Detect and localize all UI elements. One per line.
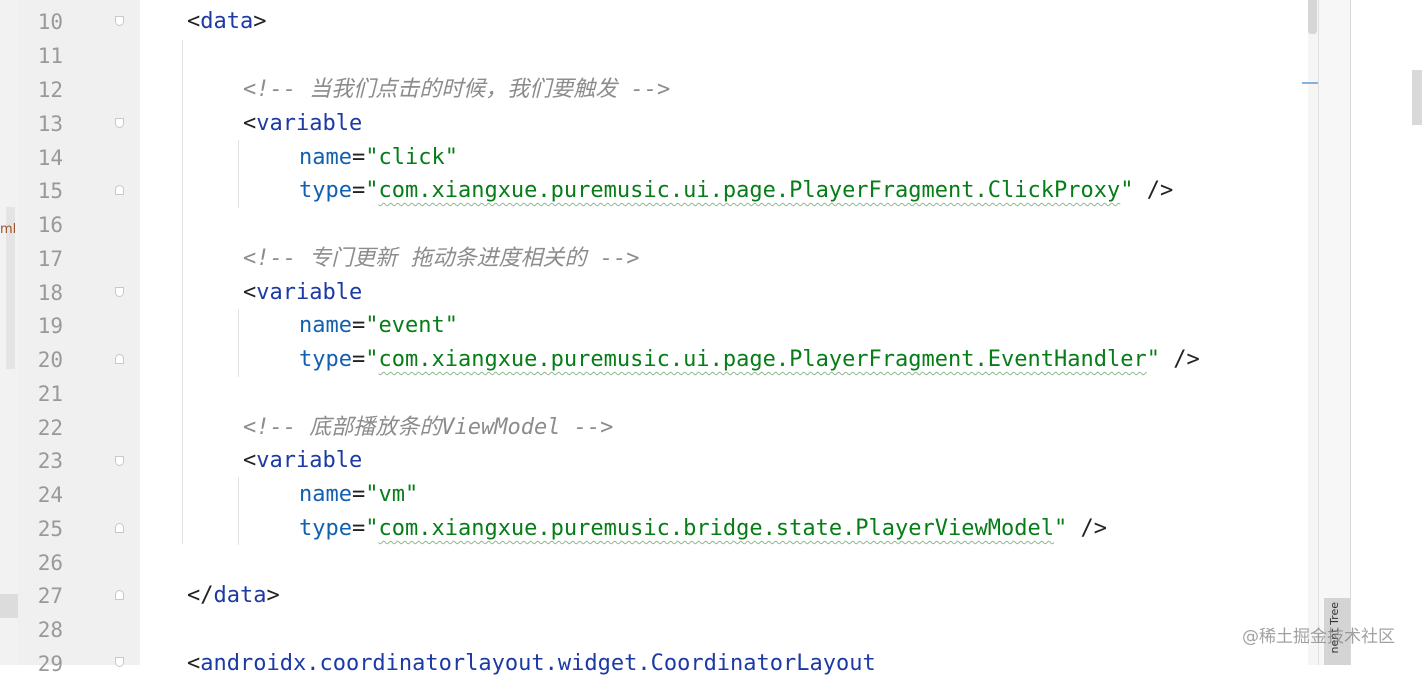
fold-marker-icon[interactable] <box>115 590 124 600</box>
project-panel-selection <box>0 594 18 618</box>
code-line-25: type="com.xiangxue.puremusic.bridge.stat… <box>299 512 1107 546</box>
line-number: 25 <box>37 517 63 541</box>
attr-name: type <box>299 516 352 541</box>
tag-bracket: </ <box>187 583 214 608</box>
tag-bracket: < <box>187 9 201 34</box>
code-line-12-comment: <!-- 当我们点击的时候，我们要触发 --> <box>243 77 671 102</box>
attr-value-class: com.xiangxue.puremusic.ui.page.PlayerFra… <box>378 347 1147 372</box>
attr-quote: " <box>365 347 379 372</box>
attr-quote: " <box>365 516 379 541</box>
project-file-label[interactable]: ml <box>0 222 16 237</box>
tag-self-close: /> <box>1159 347 1200 372</box>
line-number: 27 <box>37 584 63 608</box>
code-line-18: <variable <box>243 276 362 310</box>
project-panel-edge: ml <box>0 0 18 665</box>
attr-quote: " <box>1054 516 1068 541</box>
attr-value: "event" <box>365 313 458 338</box>
tag-self-close: /> <box>1067 516 1107 541</box>
attr-equals: = <box>351 145 366 170</box>
tag-bracket: > <box>253 9 267 34</box>
code-line-19: name="event" <box>299 309 458 343</box>
tag-name: variable <box>256 448 363 473</box>
indent-guide <box>238 477 239 545</box>
line-number: 14 <box>37 146 63 170</box>
tag-bracket: > <box>266 583 280 608</box>
attr-equals: = <box>351 482 366 507</box>
code-line-10: <data> <box>187 5 266 39</box>
attr-name: name <box>299 145 352 170</box>
indent-guide <box>182 40 183 544</box>
attr-value: "click" <box>365 145 458 170</box>
attr-equals: = <box>351 347 366 372</box>
tag-name: data <box>213 583 267 608</box>
tag-self-close: /> <box>1133 178 1174 203</box>
attr-name: name <box>299 313 352 338</box>
code-line-29: <androidx.coordinatorlayout.widget.Coord… <box>187 647 876 681</box>
attr-quote: " <box>365 178 379 203</box>
attr-value-class: com.xiangxue.puremusic.bridge.state.Play… <box>378 516 1054 541</box>
code-line-17-comment: <!-- 专门更新 拖动条进度相关的 --> <box>243 246 640 271</box>
line-number: 24 <box>37 483 63 507</box>
error-stripe-marker[interactable] <box>1302 82 1318 84</box>
scrollbar-thumb[interactable] <box>1308 0 1317 34</box>
attr-equals: = <box>351 516 366 541</box>
code-line-14: name="click" <box>299 141 458 175</box>
line-number: 21 <box>37 382 63 406</box>
attr-value-class: com.xiangxue.puremusic.ui.page.PlayerFra… <box>378 178 1121 203</box>
code-line-24: name="vm" <box>299 478 418 512</box>
line-number: 13 <box>37 112 63 136</box>
tag-bracket: < <box>187 651 201 676</box>
tag-name: variable <box>256 280 363 305</box>
watermark: @稀土掘金技术社区 <box>1242 627 1395 647</box>
attr-value: "vm" <box>365 482 419 507</box>
line-number: 17 <box>37 247 63 271</box>
editor-scrollbar[interactable] <box>1308 0 1318 665</box>
tag-bracket: < <box>243 111 257 136</box>
tag-bracket: < <box>243 280 257 305</box>
attr-equals: = <box>351 178 366 203</box>
fold-marker-icon[interactable] <box>115 456 124 466</box>
attr-quote: " <box>1146 347 1160 372</box>
line-number: 16 <box>37 213 63 237</box>
line-number: 19 <box>37 314 63 338</box>
attr-name: type <box>299 178 352 203</box>
line-number: 11 <box>37 44 63 68</box>
code-line-27: </data> <box>187 579 280 613</box>
attr-name: name <box>299 482 352 507</box>
line-number: 12 <box>37 78 63 102</box>
line-number: 23 <box>37 449 63 473</box>
line-number: 29 <box>37 652 63 676</box>
fold-marker-icon[interactable] <box>115 118 124 128</box>
code-line-23: <variable <box>243 444 362 478</box>
code-line-22-comment: <!-- 底部播放条的ViewModel --> <box>243 415 614 440</box>
line-number: 10 <box>37 10 63 34</box>
fold-marker-icon[interactable] <box>115 16 124 26</box>
right-tool-strip <box>1318 0 1351 665</box>
fold-marker-icon[interactable] <box>115 523 124 533</box>
line-number: 22 <box>37 416 63 440</box>
tag-name: variable <box>256 111 363 136</box>
tag-name: data <box>200 9 254 34</box>
line-number: 20 <box>37 348 63 372</box>
fold-marker-icon[interactable] <box>115 657 124 667</box>
side-panel-scroll-thumb[interactable] <box>1412 70 1422 125</box>
fold-marker-icon[interactable] <box>115 287 124 297</box>
line-number: 15 <box>37 179 63 203</box>
attr-quote: " <box>1120 178 1134 203</box>
tag-name: androidx.coordinatorlayout.widget.Coordi… <box>200 651 876 676</box>
attr-name: type <box>299 347 352 372</box>
fold-marker-icon[interactable] <box>115 354 124 364</box>
line-number: 26 <box>37 551 63 575</box>
code-line-20: type="com.xiangxue.puremusic.ui.page.Pla… <box>299 343 1200 377</box>
indent-guide <box>238 309 239 377</box>
indent-guide <box>238 140 239 208</box>
line-number: 28 <box>37 618 63 642</box>
code-line-13: <variable <box>243 107 362 141</box>
fold-marker-icon[interactable] <box>115 185 124 195</box>
tag-bracket: < <box>243 448 257 473</box>
line-number: 18 <box>37 281 63 305</box>
code-line-15: type="com.xiangxue.puremusic.ui.page.Pla… <box>299 174 1173 208</box>
attr-equals: = <box>351 313 366 338</box>
